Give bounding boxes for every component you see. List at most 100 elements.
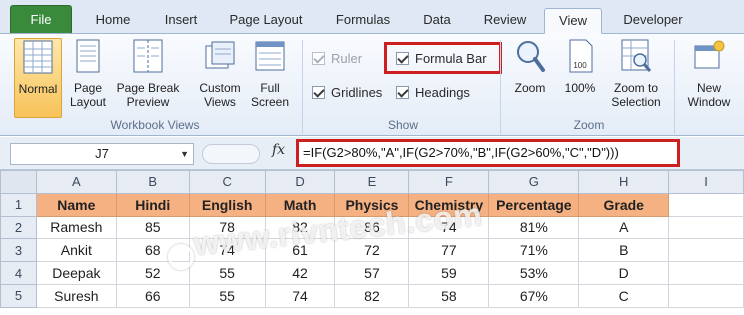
page-layout-view-button[interactable]: Page Layout bbox=[64, 38, 112, 109]
chevron-down-icon[interactable]: ▼ bbox=[180, 144, 189, 164]
row-header[interactable]: 3 bbox=[0, 238, 37, 263]
tab-review[interactable]: Review bbox=[470, 8, 540, 34]
normal-view-button[interactable]: Normal bbox=[14, 38, 62, 118]
tab-file[interactable]: File bbox=[10, 5, 72, 33]
zoom-100-button[interactable]: 100 100% bbox=[558, 38, 602, 95]
tab-insert[interactable]: Insert bbox=[150, 8, 212, 34]
column-header-g[interactable]: G bbox=[488, 170, 580, 194]
cell[interactable]: 74 bbox=[408, 215, 490, 240]
cell[interactable]: 68 bbox=[115, 238, 190, 263]
cell[interactable]: 66 bbox=[115, 283, 190, 308]
svg-text:100: 100 bbox=[573, 61, 587, 70]
ruler-checkbox[interactable]: Ruler bbox=[312, 50, 362, 68]
ribbon: Normal Page Layout Page Break Preview Cu… bbox=[0, 34, 744, 136]
full-screen-label: Full Screen bbox=[250, 81, 290, 109]
cell[interactable]: 82 bbox=[264, 215, 336, 240]
gridlines-checkbox[interactable]: Gridlines bbox=[312, 84, 382, 102]
worksheet-grid: A B C D E F G H I 1 Name Hindi English M… bbox=[0, 170, 744, 308]
column-header-b[interactable]: B bbox=[115, 170, 190, 194]
row-header[interactable]: 5 bbox=[0, 283, 37, 308]
empty-cell[interactable] bbox=[668, 238, 744, 263]
header-cell[interactable]: Math bbox=[264, 192, 336, 217]
tab-view[interactable]: View bbox=[544, 8, 602, 34]
page-break-preview-label: Page Break Preview bbox=[116, 81, 180, 109]
cell[interactable]: 81% bbox=[488, 215, 580, 240]
cell[interactable]: 82 bbox=[334, 283, 410, 308]
header-cell[interactable]: Physics bbox=[334, 192, 410, 217]
tab-data[interactable]: Data bbox=[412, 8, 462, 34]
cell[interactable]: 42 bbox=[264, 261, 336, 285]
formula-input[interactable]: =IF(G2>80%,"A",IF(G2>70%,"B",IF(G2>60%,"… bbox=[296, 139, 680, 167]
name-box-value: J7 bbox=[95, 146, 109, 161]
cell[interactable]: 67% bbox=[488, 283, 580, 308]
ruler-check-icon bbox=[312, 52, 325, 65]
gridlines-label: Gridlines bbox=[331, 85, 383, 100]
cell[interactable]: 58 bbox=[408, 283, 490, 308]
tab-developer[interactable]: Developer bbox=[610, 8, 696, 34]
column-header-e[interactable]: E bbox=[334, 170, 410, 194]
column-header-a[interactable]: A bbox=[35, 170, 117, 194]
cell[interactable]: Ankit bbox=[35, 238, 117, 263]
cell[interactable]: 55 bbox=[188, 283, 266, 308]
column-header-f[interactable]: F bbox=[408, 170, 490, 194]
cell[interactable]: 59 bbox=[408, 261, 490, 285]
tab-page-layout[interactable]: Page Layout bbox=[218, 8, 314, 34]
empty-cell[interactable] bbox=[668, 192, 744, 217]
empty-cell[interactable] bbox=[668, 283, 744, 308]
cell[interactable]: 61 bbox=[264, 238, 336, 263]
row-header[interactable]: 2 bbox=[0, 215, 37, 240]
cell[interactable]: 77 bbox=[408, 238, 490, 263]
tab-home[interactable]: Home bbox=[82, 8, 144, 34]
column-header-d[interactable]: D bbox=[264, 170, 336, 194]
cell[interactable]: 53% bbox=[488, 261, 580, 285]
row-header[interactable]: 4 bbox=[0, 261, 37, 285]
header-cell[interactable]: Percentage bbox=[488, 192, 580, 217]
cell[interactable]: A bbox=[578, 215, 670, 240]
cell[interactable]: 57 bbox=[334, 261, 410, 285]
cell[interactable]: D bbox=[578, 261, 670, 285]
page-break-preview-button[interactable]: Page Break Preview bbox=[112, 38, 184, 109]
header-cell[interactable]: Grade bbox=[578, 192, 670, 217]
header-cell[interactable]: Name bbox=[35, 192, 117, 217]
row-header[interactable]: 1 bbox=[0, 192, 37, 217]
cell[interactable]: 55 bbox=[188, 261, 266, 285]
full-screen-button[interactable]: Full Screen bbox=[248, 38, 292, 109]
select-all-corner[interactable] bbox=[0, 170, 37, 194]
cell[interactable]: 72 bbox=[334, 238, 410, 263]
zoom-to-selection-button[interactable]: Zoom to Selection bbox=[604, 38, 668, 109]
cell[interactable]: 74 bbox=[188, 238, 266, 263]
table-row: 1 Name Hindi English Math Physics Chemis… bbox=[0, 192, 744, 217]
custom-views-button[interactable]: Custom Views bbox=[194, 38, 246, 109]
header-cell[interactable]: English bbox=[188, 192, 266, 217]
new-window-button[interactable]: New Window bbox=[682, 38, 736, 109]
cell[interactable]: C bbox=[578, 283, 670, 308]
headings-checkbox[interactable]: Headings bbox=[396, 84, 470, 102]
cell[interactable]: B bbox=[578, 238, 670, 263]
name-box[interactable]: J7 ▼ bbox=[10, 143, 194, 165]
empty-cell[interactable] bbox=[668, 261, 744, 285]
zoom-100-label: 100% bbox=[564, 81, 596, 95]
tab-formulas[interactable]: Formulas bbox=[322, 8, 404, 34]
cell[interactable]: Suresh bbox=[35, 283, 117, 308]
cell[interactable]: 85 bbox=[115, 215, 190, 240]
header-cell[interactable]: Chemistry bbox=[408, 192, 490, 217]
group-separator bbox=[500, 40, 501, 134]
cell[interactable]: Ramesh bbox=[35, 215, 117, 240]
cell[interactable]: 78 bbox=[188, 215, 266, 240]
cell[interactable]: Deepak bbox=[35, 261, 117, 285]
column-header-i[interactable]: I bbox=[668, 170, 744, 194]
table-row: 3 Ankit 68 74 61 72 77 71% B bbox=[0, 238, 744, 263]
cell[interactable]: 86 bbox=[334, 215, 410, 240]
formula-bar-highlight bbox=[384, 42, 502, 74]
header-cell[interactable]: Hindi bbox=[115, 192, 190, 217]
cell[interactable]: 71% bbox=[488, 238, 580, 263]
empty-cell[interactable] bbox=[668, 215, 744, 240]
column-header-h[interactable]: H bbox=[578, 170, 670, 194]
zoom-button[interactable]: Zoom bbox=[508, 38, 552, 95]
cell[interactable]: 74 bbox=[264, 283, 336, 308]
insert-function-icon[interactable]: fx bbox=[272, 142, 285, 158]
workbook-views-group-label: Workbook Views bbox=[110, 118, 200, 132]
table-row: 5 Suresh 66 55 74 82 58 67% C bbox=[0, 283, 744, 308]
cell[interactable]: 52 bbox=[115, 261, 190, 285]
column-header-c[interactable]: C bbox=[188, 170, 266, 194]
